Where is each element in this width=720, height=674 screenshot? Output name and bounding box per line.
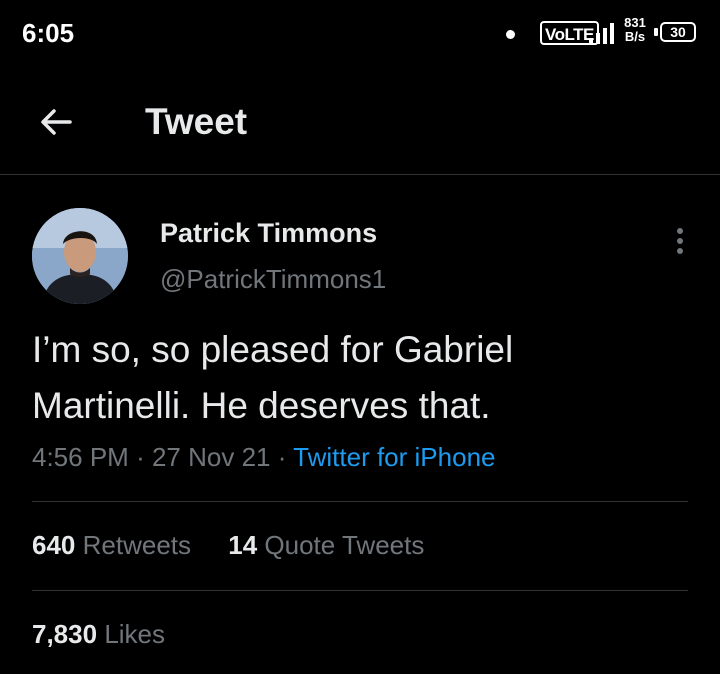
likes-stat[interactable]: 7,830 Likes xyxy=(32,619,165,650)
likes-label: Likes xyxy=(104,619,166,649)
more-vertical-icon xyxy=(677,228,683,234)
network-speed-unit: B/s xyxy=(624,29,646,44)
tweet-source-link[interactable]: Twitter for iPhone xyxy=(293,442,495,472)
battery-tip-icon xyxy=(654,28,658,36)
retweets-stat[interactable]: 640 Retweets xyxy=(32,530,191,561)
status-time: 6:05 xyxy=(22,18,75,48)
meta-separator: · xyxy=(277,442,287,472)
tweet-text-line: Martinelli. He deserves that. xyxy=(32,385,491,426)
divider xyxy=(32,590,688,591)
network-speed-value: 831 xyxy=(624,15,646,30)
tweet-time: 4:56 PM xyxy=(32,442,129,472)
likes-stats-row: 7,830 Likes xyxy=(32,619,195,650)
tweet-date: 27 Nov 21 xyxy=(151,442,271,472)
profile-photo xyxy=(32,208,128,304)
author-name[interactable]: Patrick Timmons xyxy=(160,218,377,249)
author-handle[interactable]: @PatrickTimmons1 xyxy=(160,264,386,295)
notification-dot-icon xyxy=(506,30,515,39)
quote-tweets-label: Quote Tweets xyxy=(264,530,425,560)
arrow-left-icon xyxy=(41,109,72,135)
quote-tweets-count: 14 xyxy=(228,530,258,560)
avatar[interactable] xyxy=(32,208,128,304)
quote-tweets-stat[interactable]: 14 Quote Tweets xyxy=(228,530,424,561)
battery-icon: 30 xyxy=(660,22,696,42)
likes-count: 7,830 xyxy=(32,619,98,649)
more-options-button[interactable] xyxy=(670,224,690,258)
top-app-bar: Tweet xyxy=(0,68,720,175)
tweet-text: I’m so, so pleased for Gabriel Martinell… xyxy=(32,322,692,434)
network-speed: 831 B/s xyxy=(620,16,650,44)
status-bar: 6:05 VoLTE 831 B/s 30 xyxy=(0,0,720,68)
more-vertical-icon-dot-2 xyxy=(677,238,683,244)
back-button[interactable] xyxy=(36,102,76,142)
signal-icon xyxy=(589,22,615,44)
tweet-meta: 4:56 PM · 27 Nov 21 · Twitter for iPhone xyxy=(32,442,495,473)
meta-separator: · xyxy=(136,442,145,472)
more-vertical-icon-dot-3 xyxy=(677,248,683,254)
retweets-count: 640 xyxy=(32,530,76,560)
tweet-text-line: I’m so, so pleased for Gabriel xyxy=(32,329,514,370)
divider xyxy=(32,501,688,502)
retweets-label: Retweets xyxy=(82,530,192,560)
page-title: Tweet xyxy=(145,101,248,142)
engagement-stats-row: 640 Retweets 14 Quote Tweets xyxy=(32,530,454,561)
